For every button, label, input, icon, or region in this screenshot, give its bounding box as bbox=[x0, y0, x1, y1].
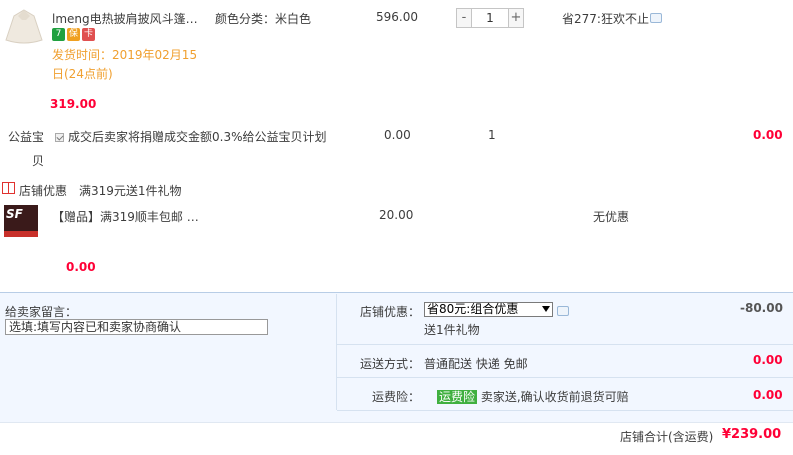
seller-message-input[interactable]: 选填:填写内容已和卖家协商确认 bbox=[5, 319, 268, 335]
qty-input[interactable]: 1 bbox=[472, 8, 508, 28]
gift-icon bbox=[2, 182, 15, 194]
charity-text: 成交后卖家将捐赠成交金额0.3%给公益宝贝计划 bbox=[68, 130, 327, 144]
shipping-label: 运送方式： bbox=[360, 357, 421, 371]
product-price: 596.00 bbox=[376, 10, 418, 24]
gift-discount: 无优惠 bbox=[593, 210, 630, 224]
total-label: 店铺合计(含运费) bbox=[620, 430, 714, 444]
cape-image-icon bbox=[5, 9, 43, 44]
qty-minus-button[interactable]: - bbox=[456, 8, 472, 28]
gift-total: 0.00 bbox=[66, 260, 96, 274]
product-thumbnail[interactable] bbox=[4, 6, 44, 46]
product-sku: 颜色分类：米白色 bbox=[215, 12, 312, 26]
insurance-tag: 运费险 bbox=[437, 390, 478, 404]
message-label: 给卖家留言： bbox=[5, 305, 78, 319]
charity-label-1: 公益宝 bbox=[8, 130, 45, 144]
chevron-down-icon bbox=[542, 306, 550, 312]
gift-price: 20.00 bbox=[379, 208, 414, 222]
insurance-desc: 运费险 卖家送,确认收货前退货可赔 bbox=[437, 388, 629, 405]
charity-label-2: 贝 bbox=[32, 154, 45, 168]
shop-promo-rule: 满319元送1件礼物 bbox=[79, 184, 182, 198]
quantity-stepper: - 1 + bbox=[456, 8, 526, 28]
shop-discount-amount: -80.00 bbox=[740, 301, 783, 315]
total-value: ¥239.00 bbox=[722, 427, 782, 442]
promo-text: 省277:狂欢不止 bbox=[562, 12, 649, 26]
shop-discount-selected: 省80元:组合优惠 bbox=[427, 302, 519, 316]
seven-day-return-icon: 7 bbox=[52, 28, 65, 41]
product-subtotal: 319.00 bbox=[50, 97, 97, 111]
ship-time-line2: 日(24点前) bbox=[52, 67, 113, 81]
row-divider bbox=[337, 410, 793, 411]
service-badges: 7 保 卡 bbox=[52, 28, 95, 41]
credit-card-icon: 卡 bbox=[82, 28, 95, 41]
shipping-amount: 0.00 bbox=[753, 353, 783, 367]
charity-checkbox[interactable] bbox=[55, 133, 64, 142]
sf-logo-text: SF bbox=[6, 207, 23, 221]
row-divider bbox=[337, 344, 793, 345]
insurance-text: 卖家送,确认收货前退货可赔 bbox=[480, 390, 629, 404]
row-divider bbox=[337, 377, 793, 378]
discount-info-icon[interactable] bbox=[557, 306, 569, 316]
gift-title[interactable]: 【赠品】满319顺丰包邮 … bbox=[52, 208, 199, 225]
charity-qty: 1 bbox=[488, 128, 496, 142]
shop-promo-title: 店铺优惠 bbox=[19, 184, 68, 198]
ship-time-line1: 发货时间：2019年02月15 bbox=[52, 48, 198, 62]
qty-plus-button[interactable]: + bbox=[508, 8, 524, 28]
guarantee-icon: 保 bbox=[67, 28, 80, 41]
charity-price: 0.00 bbox=[384, 128, 411, 142]
shop-discount-select[interactable]: 省80元:组合优惠 bbox=[424, 302, 553, 317]
footer-divider bbox=[336, 294, 337, 410]
shop-discount-sub: 送1件礼物 bbox=[424, 323, 480, 337]
promo-info-icon[interactable] bbox=[650, 13, 662, 23]
insurance-amount: 0.00 bbox=[753, 388, 783, 402]
shop-discount-label: 店铺优惠： bbox=[360, 305, 421, 319]
charity-total: 0.00 bbox=[753, 128, 783, 142]
shipping-value: 普通配送 快递 免邮 bbox=[424, 357, 528, 371]
sf-express-logo[interactable]: SF bbox=[4, 205, 38, 237]
insurance-label: 运费险： bbox=[372, 390, 421, 404]
product-title[interactable]: lmeng电热披肩披风斗篷… bbox=[52, 10, 198, 27]
